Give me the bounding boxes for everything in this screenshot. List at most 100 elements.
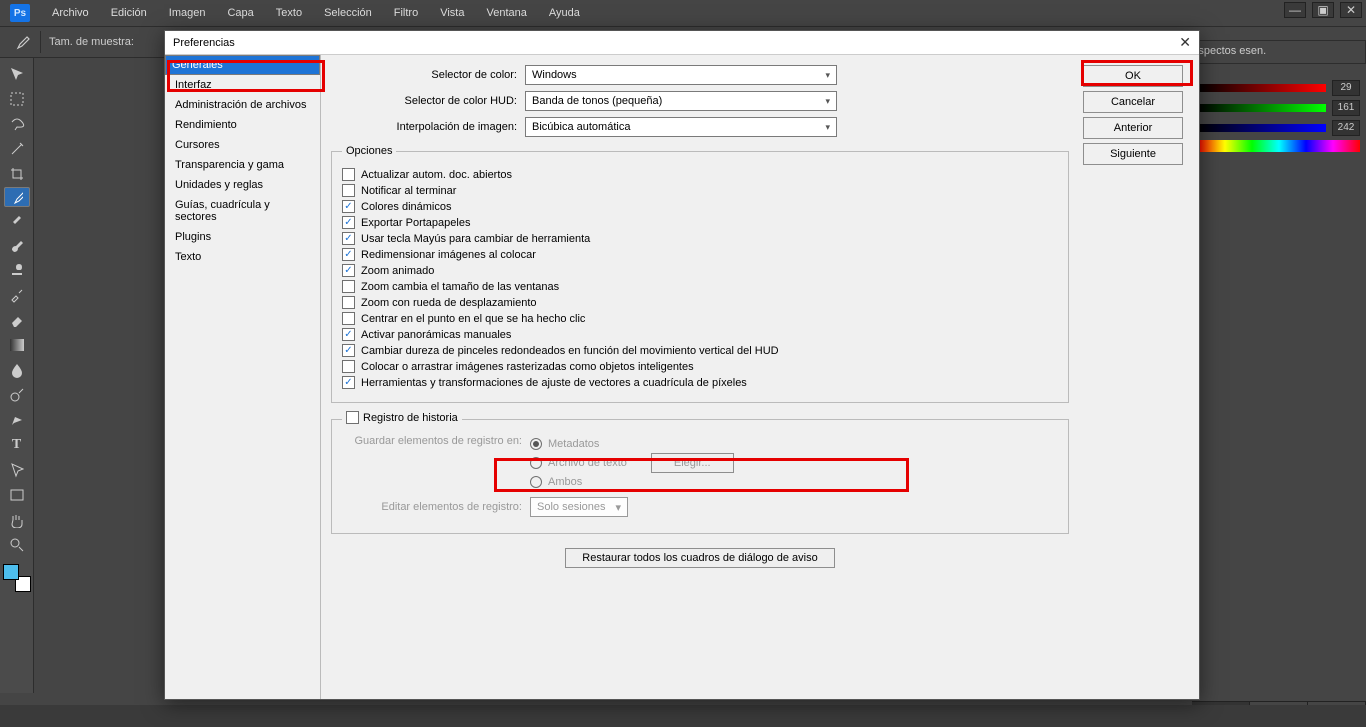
option-row: Notificar al terminar xyxy=(342,184,1058,197)
tool-blur[interactable] xyxy=(4,358,30,382)
tool-wand[interactable] xyxy=(4,137,30,161)
workspace-dropdown[interactable]: Aspectos esen. xyxy=(1182,40,1366,64)
tool-hand[interactable] xyxy=(4,508,30,532)
menu-bar: Ps Archivo Edición Imagen Capa Texto Sel… xyxy=(0,0,1366,26)
option-label: Cambiar dureza de pinceles redondeados e… xyxy=(361,345,779,357)
tool-eyedropper[interactable] xyxy=(4,187,30,207)
radio-textfile[interactable] xyxy=(530,457,542,469)
menu-file[interactable]: Archivo xyxy=(42,3,99,23)
color-picker-select[interactable]: Windows▾ xyxy=(525,65,837,85)
menu-window[interactable]: Ventana xyxy=(476,3,536,23)
option-checkbox-9[interactable] xyxy=(342,312,355,325)
tool-move[interactable] xyxy=(4,62,30,86)
category-units[interactable]: Unidades y reglas xyxy=(165,175,320,195)
maximize-button[interactable]: ▣ xyxy=(1312,2,1334,18)
close-icon[interactable]: ✕ xyxy=(1179,34,1191,51)
category-transparency[interactable]: Transparencia y gama xyxy=(165,155,320,175)
option-label: Zoom cambia el tamaño de las ventanas xyxy=(361,281,559,293)
option-row: Exportar Portapapeles xyxy=(342,216,1058,229)
option-row: Colores dinámicos xyxy=(342,200,1058,213)
tool-heal[interactable] xyxy=(4,208,30,232)
tool-path-select[interactable] xyxy=(4,458,30,482)
prev-button[interactable]: Anterior xyxy=(1083,117,1183,139)
option-checkbox-13[interactable] xyxy=(342,376,355,389)
menu-selection[interactable]: Selección xyxy=(314,3,382,23)
category-guides[interactable]: Guías, cuadrícula y sectores xyxy=(165,195,320,227)
minimize-button[interactable]: — xyxy=(1284,2,1306,18)
category-interface[interactable]: Interfaz xyxy=(165,75,320,95)
choose-button[interactable]: Elegir... xyxy=(651,453,734,473)
option-checkbox-10[interactable] xyxy=(342,328,355,341)
menu-image[interactable]: Imagen xyxy=(159,3,216,23)
option-label: Herramientas y transformaciones de ajust… xyxy=(361,377,747,389)
next-button[interactable]: Siguiente xyxy=(1083,143,1183,165)
option-row: Colocar o arrastrar imágenes rasterizada… xyxy=(342,360,1058,373)
tool-shape[interactable] xyxy=(4,483,30,507)
option-checkbox-4[interactable] xyxy=(342,232,355,245)
tool-stamp[interactable] xyxy=(4,258,30,282)
menu-view[interactable]: Vista xyxy=(430,3,474,23)
hud-color-picker-select[interactable]: Banda de tonos (pequeña)▾ xyxy=(525,91,837,111)
tool-history-brush[interactable] xyxy=(4,283,30,307)
dialog-title-bar[interactable]: Preferencias ✕ xyxy=(165,31,1199,55)
category-performance[interactable]: Rendimiento xyxy=(165,115,320,135)
option-checkbox-1[interactable] xyxy=(342,184,355,197)
option-checkbox-8[interactable] xyxy=(342,296,355,309)
radio-metadata[interactable] xyxy=(530,438,542,450)
option-checkbox-11[interactable] xyxy=(342,344,355,357)
cancel-button[interactable]: Cancelar xyxy=(1083,91,1183,113)
color-swatches[interactable] xyxy=(3,564,31,592)
option-checkbox-5[interactable] xyxy=(342,248,355,261)
hue-strip[interactable] xyxy=(1198,140,1360,152)
tool-brush[interactable] xyxy=(4,233,30,257)
tool-marquee[interactable] xyxy=(4,87,30,111)
slider-b-value[interactable]: 242 xyxy=(1332,120,1360,136)
radio-both[interactable] xyxy=(530,476,542,488)
slider-g-value[interactable]: 161 xyxy=(1332,100,1360,116)
category-general[interactable]: Generales xyxy=(165,55,320,75)
option-row: Usar tecla Mayús para cambiar de herrami… xyxy=(342,232,1058,245)
tool-dodge[interactable] xyxy=(4,383,30,407)
option-checkbox-7[interactable] xyxy=(342,280,355,293)
preferences-dialog: Preferencias ✕ Generales Interfaz Admini… xyxy=(164,30,1200,700)
tool-zoom[interactable] xyxy=(4,533,30,557)
option-row: Activar panorámicas manuales xyxy=(342,328,1058,341)
edit-log-items-select[interactable]: Solo sesiones▾ xyxy=(530,497,628,517)
history-log-legend: Registro de historia xyxy=(363,412,458,424)
tool-text[interactable]: T xyxy=(4,433,30,457)
menu-help[interactable]: Ayuda xyxy=(539,3,590,23)
option-checkbox-6[interactable] xyxy=(342,264,355,277)
tool-lasso[interactable] xyxy=(4,112,30,136)
menu-filter[interactable]: Filtro xyxy=(384,3,428,23)
option-label: Actualizar autom. doc. abiertos xyxy=(361,169,512,181)
category-file-handling[interactable]: Administración de archivos xyxy=(165,95,320,115)
option-checkbox-0[interactable] xyxy=(342,168,355,181)
tool-pen[interactable] xyxy=(4,408,30,432)
option-checkbox-2[interactable] xyxy=(342,200,355,213)
menu-layer[interactable]: Capa xyxy=(217,3,263,23)
option-checkbox-12[interactable] xyxy=(342,360,355,373)
close-window-button[interactable]: ✕ xyxy=(1340,2,1362,18)
option-label: Notificar al terminar xyxy=(361,185,456,197)
category-plugins[interactable]: Plugins xyxy=(165,227,320,247)
option-checkbox-3[interactable] xyxy=(342,216,355,229)
menu-edit[interactable]: Edición xyxy=(101,3,157,23)
tool-eraser[interactable] xyxy=(4,308,30,332)
preferences-category-list: Generales Interfaz Administración de arc… xyxy=(165,55,321,699)
image-interpolation-select[interactable]: Bicúbica automática▾ xyxy=(525,117,837,137)
category-cursors[interactable]: Cursores xyxy=(165,135,320,155)
option-label: Zoom animado xyxy=(361,265,434,277)
option-row: Centrar en el punto en el que se ha hech… xyxy=(342,312,1058,325)
reset-dialogs-button[interactable]: Restaurar todos los cuadros de diálogo d… xyxy=(565,548,834,568)
option-row: Actualizar autom. doc. abiertos xyxy=(342,168,1058,181)
tool-gradient[interactable] xyxy=(4,333,30,357)
menu-text[interactable]: Texto xyxy=(266,3,312,23)
option-row: Herramientas y transformaciones de ajust… xyxy=(342,376,1058,389)
slider-r-value[interactable]: 29 xyxy=(1332,80,1360,96)
window-controls: — ▣ ✕ xyxy=(1284,2,1362,18)
tool-crop[interactable] xyxy=(4,162,30,186)
category-text[interactable]: Texto xyxy=(165,247,320,267)
option-label: Zoom con rueda de desplazamiento xyxy=(361,297,537,309)
history-log-checkbox[interactable] xyxy=(346,411,359,424)
ok-button[interactable]: OK xyxy=(1083,65,1183,87)
